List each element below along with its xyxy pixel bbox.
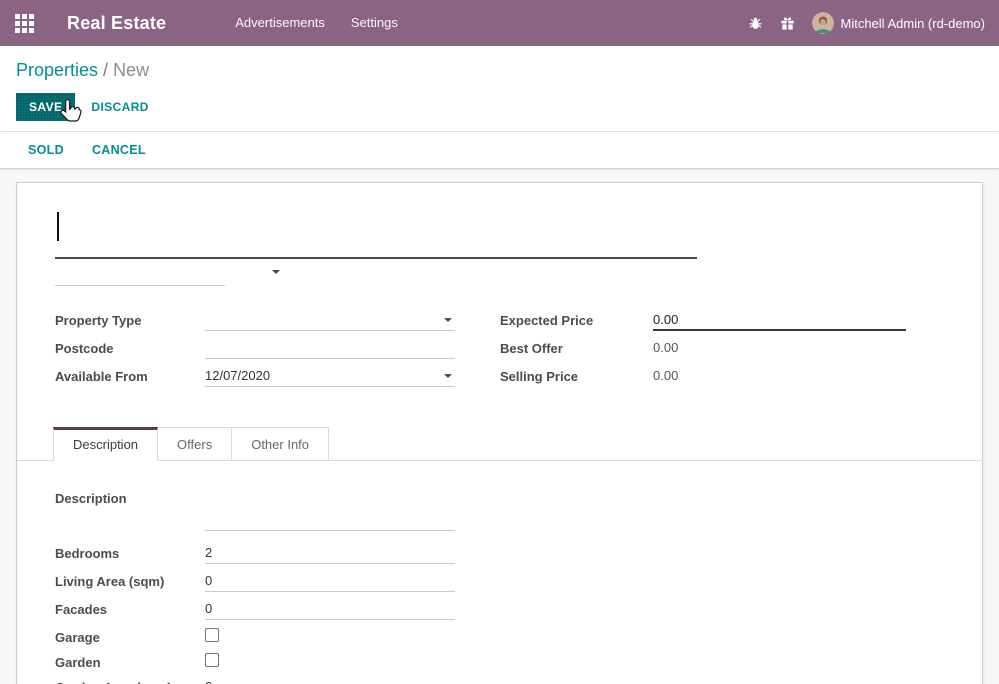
control-panel-buttons: SAVE DISCARD: [16, 94, 983, 120]
facades-input[interactable]: 0: [205, 599, 455, 620]
field-row-available-from: Available From 12/07/2020: [55, 366, 500, 388]
chevron-down-icon: [444, 374, 452, 378]
facades-label: Facades: [55, 599, 205, 619]
chevron-down-icon: [444, 318, 452, 322]
navbar-right: Mitchell Admin (rd-demo): [748, 12, 999, 34]
save-button[interactable]: SAVE: [16, 93, 75, 121]
field-row-property-type: Property Type: [55, 310, 500, 332]
field-row-living-area: Living Area (sqm) 0: [55, 571, 944, 593]
nav-item-advertisements[interactable]: Advertisements: [222, 0, 338, 46]
nav-menu: Advertisements Settings: [222, 0, 411, 46]
form-sheet: Property Type Postcode Available From: [16, 182, 983, 684]
discard-button[interactable]: DISCARD: [91, 100, 148, 114]
expected-price-label: Expected Price: [500, 310, 653, 330]
available-from-input[interactable]: 12/07/2020: [205, 366, 455, 387]
tab-description[interactable]: Description: [53, 427, 158, 461]
description-tab-content: Description Bedrooms 2 Living Area (sqm)…: [55, 461, 944, 684]
sold-button[interactable]: SOLD: [28, 143, 64, 157]
garden-checkbox[interactable]: [205, 653, 219, 667]
selling-price-label: Selling Price: [500, 366, 653, 386]
notebook-tabs: Description Offers Other Info: [17, 427, 982, 461]
description-label: Description: [55, 488, 205, 508]
text-caret: [57, 212, 59, 241]
property-title-input[interactable]: [55, 205, 697, 259]
field-row-bedrooms: Bedrooms 2: [55, 543, 944, 565]
expected-price-input[interactable]: 0.00: [653, 310, 906, 331]
bedrooms-input[interactable]: 2: [205, 543, 455, 564]
breadcrumb-properties-link[interactable]: Properties: [16, 60, 98, 80]
control-panel: Properties/New SAVE DISCARD: [0, 46, 999, 132]
breadcrumb-separator: /: [103, 60, 108, 80]
bedrooms-label: Bedrooms: [55, 543, 205, 563]
living-area-label: Living Area (sqm): [55, 571, 205, 591]
field-row-garage: Garage: [55, 627, 944, 646]
field-row-postcode: Postcode: [55, 338, 500, 360]
app-title[interactable]: Real Estate: [67, 13, 166, 34]
postcode-input[interactable]: [205, 338, 455, 359]
tab-offers[interactable]: Offers: [157, 427, 232, 460]
tags-input[interactable]: [55, 260, 225, 286]
best-offer-value: 0.00: [653, 338, 906, 359]
field-row-best-offer: Best Offer 0.00: [500, 338, 944, 360]
user-menu[interactable]: Mitchell Admin (rd-demo): [841, 16, 986, 31]
field-row-garden-area: Garden Area (sqm) 0: [55, 677, 944, 684]
selling-price-value: 0.00: [653, 366, 906, 387]
property-type-input[interactable]: [205, 310, 455, 331]
garden-area-input[interactable]: 0: [205, 677, 455, 684]
garden-label: Garden: [55, 652, 205, 672]
field-grid: Property Type Postcode Available From: [55, 310, 944, 394]
living-area-input[interactable]: 0: [205, 571, 455, 592]
bug-icon[interactable]: [748, 16, 763, 31]
field-row-selling-price: Selling Price 0.00: [500, 366, 944, 388]
garage-checkbox[interactable]: [205, 628, 219, 642]
field-column-right: Expected Price 0.00 Best Offer 0.00 Sell…: [500, 310, 944, 394]
field-column-left: Property Type Postcode Available From: [55, 310, 500, 394]
field-row-description: Description: [55, 488, 944, 531]
field-row-expected-price: Expected Price 0.00: [500, 310, 944, 332]
property-type-label: Property Type: [55, 310, 205, 330]
best-offer-label: Best Offer: [500, 338, 653, 358]
tab-other-info[interactable]: Other Info: [231, 427, 329, 460]
form-statusbar: SOLD CANCEL: [0, 132, 999, 169]
description-textarea[interactable]: [205, 488, 455, 531]
garage-label: Garage: [55, 627, 205, 647]
cancel-button[interactable]: CANCEL: [92, 143, 146, 157]
top-navbar: Real Estate Advertisements Settings: [0, 0, 999, 46]
nav-item-settings[interactable]: Settings: [338, 0, 411, 46]
gift-icon[interactable]: [780, 16, 795, 31]
chevron-down-icon: [272, 270, 280, 274]
field-row-facades: Facades 0: [55, 599, 944, 621]
content-area: Property Type Postcode Available From: [0, 169, 999, 684]
garden-area-label: Garden Area (sqm): [55, 677, 205, 684]
breadcrumb-current: New: [113, 60, 149, 80]
avatar[interactable]: [812, 12, 834, 34]
field-row-garden: Garden: [55, 652, 944, 671]
apps-grid-icon: [15, 14, 34, 33]
apps-menu-button[interactable]: [0, 0, 48, 46]
breadcrumb: Properties/New: [16, 60, 983, 81]
available-from-label: Available From: [55, 366, 205, 386]
postcode-label: Postcode: [55, 338, 205, 358]
